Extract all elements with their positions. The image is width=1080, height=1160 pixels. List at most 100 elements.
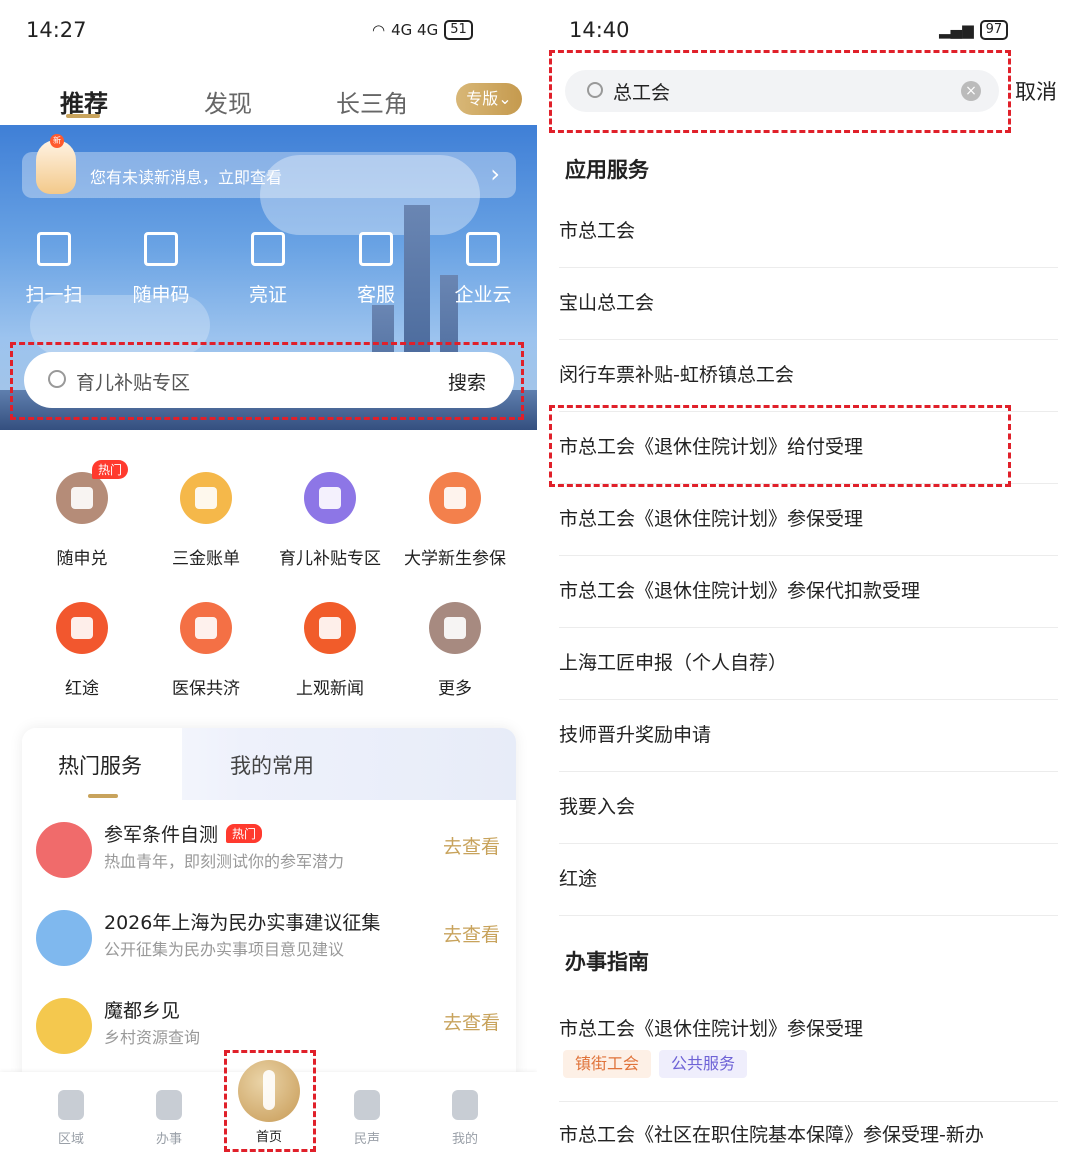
guide-title: 市总工会《退休住院计划》参保受理 (559, 1018, 864, 1040)
result-item[interactable]: 市总工会《退休住院计划》参保代扣款受理 (559, 556, 1058, 628)
service-more[interactable]: 更多 (393, 602, 517, 699)
search-icon (48, 370, 66, 388)
home-search-bar[interactable]: 育儿补贴专区 搜索 (24, 352, 514, 408)
clear-icon[interactable]: × (961, 81, 981, 101)
tab-region[interactable]: 区域 (41, 1090, 101, 1147)
left-screen: 14:27 ◠ 4G 4G 51 推荐 发现 长三角 专版⌄ 您有未读新消息，立… (0, 0, 537, 1160)
tab-affairs[interactable]: 办事 (139, 1090, 199, 1147)
cancel-button[interactable]: 取消 (1015, 76, 1057, 106)
service-row-suggestion-collection[interactable]: 2026年上海为民办实事建议征集 公开征集为民办实事项目意见建议 去查看 (22, 902, 516, 988)
tab-label: 民声 (353, 1132, 380, 1147)
tab-yangtze-delta[interactable]: 长三角 (336, 84, 408, 119)
service-subtitle: 热血青年，即刻测试你的参军潜力 (104, 852, 345, 871)
status-time: 14:40 (569, 18, 630, 42)
id-card-icon (251, 232, 285, 266)
tab-public-voice[interactable]: 民声 (337, 1090, 397, 1147)
result-item[interactable]: 上海工匠申报（个人自荐） (559, 628, 1058, 700)
status-icons: ▂▄▆ 97 (939, 20, 1009, 40)
quick-action-qr-code[interactable]: 随申码 (121, 232, 201, 307)
result-item[interactable]: 宝山总工会 (559, 268, 1058, 340)
red-star-icon (56, 602, 108, 654)
guide-item[interactable]: 市总工会《退休住院计划》参保受理 镇街工会 公共服务 (559, 1008, 1058, 1102)
service-childcare-subsidy[interactable]: 育儿补贴专区 (268, 472, 392, 569)
service-shanghai-news[interactable]: 上观新闻 (268, 602, 392, 699)
edition-switch-button[interactable]: 专版⌄ (456, 83, 522, 115)
service-label: 随申兑 (56, 549, 108, 569)
student-card-icon (429, 472, 481, 524)
service-voucher[interactable]: 随申兑 (20, 472, 144, 569)
view-button[interactable]: 去查看 (443, 920, 500, 947)
pearl-tower-icon (263, 1070, 275, 1110)
signal-icon: 4G 4G (391, 21, 439, 39)
tab-label: 首页 (255, 1130, 282, 1145)
view-button[interactable]: 去查看 (443, 1008, 500, 1035)
section-title-guides: 办事指南 (565, 950, 649, 974)
search-input[interactable]: 育儿补贴专区 (76, 368, 190, 395)
service-fund-bill[interactable]: 三金账单 (144, 472, 268, 569)
status-time: 14:27 (26, 18, 87, 42)
quick-action-customer-service[interactable]: 客服 (336, 232, 416, 307)
service-label: 大学新生参保 (404, 549, 506, 569)
region-icon (58, 1090, 84, 1120)
service-label: 三金账单 (172, 549, 240, 569)
tab-label: 办事 (155, 1132, 182, 1147)
result-item[interactable]: 闵行车票补贴-虹桥镇总工会 (559, 340, 1058, 412)
result-item[interactable]: 市总工会《退休住院计划》参保受理 (559, 484, 1058, 556)
service-medical-mutual[interactable]: 医保共济 (144, 602, 268, 699)
search-input[interactable]: 总工会 (613, 78, 670, 105)
service-subtitle: 乡村资源查询 (104, 1028, 201, 1047)
tab-my-frequent[interactable]: 我的常用 (230, 750, 314, 780)
quick-action-label: 随申码 (132, 284, 190, 306)
tab-discover[interactable]: 发现 (204, 84, 252, 119)
service-title: 魔都乡见 (104, 1000, 181, 1022)
quick-action-scan[interactable]: 扫一扫 (14, 232, 94, 307)
flower-icon (354, 1090, 380, 1120)
battery-icon: 51 (444, 20, 473, 40)
active-tab-underline (66, 114, 100, 118)
signal-icon: ▂▄▆ (939, 21, 974, 39)
mascot-icon (36, 140, 76, 194)
result-item[interactable]: 市总工会《退休住院计划》给付受理 (559, 412, 1058, 484)
search-button[interactable]: 搜索 (448, 368, 486, 395)
service-label: 红途 (65, 679, 99, 699)
family-home-icon (180, 602, 232, 654)
tab-mine[interactable]: 我的 (435, 1090, 495, 1147)
wifi-icon: ◠ (372, 21, 386, 39)
person-icon (452, 1090, 478, 1120)
camera-aperture-icon (304, 602, 356, 654)
view-button[interactable]: 去查看 (443, 832, 500, 859)
guide-item[interactable]: 市总工会《社区在职住院基本保障》参保受理-新办 (559, 1120, 984, 1147)
quick-action-label: 企业云 (454, 284, 512, 306)
building-icon (466, 232, 500, 266)
service-label: 医保共济 (172, 679, 240, 699)
service-title: 2026年上海为民办实事建议征集 (104, 912, 381, 934)
active-tab-underline (88, 794, 118, 798)
result-item[interactable]: 红途 (559, 844, 1058, 916)
hot-badge: 热门 (226, 824, 263, 843)
tab-hot-services[interactable]: 热门服务 (22, 728, 182, 800)
guide-tag: 公共服务 (659, 1050, 748, 1078)
search-bar[interactable]: 总工会 × (565, 70, 999, 112)
unread-message-bar[interactable]: 您有未读新消息，立即查看 › (22, 152, 516, 198)
service-title: 参军条件自测 热门 (104, 820, 263, 847)
tab-label: 区域 (57, 1132, 84, 1147)
service-row-military-test[interactable]: 参军条件自测 热门 热血青年，即刻测试你的参军潜力 去查看 (22, 814, 516, 900)
search-icon (587, 82, 603, 98)
service-student-insurance[interactable]: 大学新生参保 (393, 472, 517, 569)
tab-home[interactable] (238, 1060, 300, 1122)
status-icons: ◠ 4G 4G 51 (372, 20, 473, 40)
quick-action-label: 亮证 (248, 284, 287, 306)
document-icon (36, 910, 92, 966)
village-house-icon (36, 998, 92, 1054)
service-label: 更多 (438, 679, 472, 699)
quick-action-label: 客服 (356, 284, 395, 306)
quick-action-id-card[interactable]: 亮证 (228, 232, 308, 307)
scan-icon (37, 232, 71, 266)
quick-action-enterprise-cloud[interactable]: 企业云 (443, 232, 523, 307)
result-item[interactable]: 市总工会 (559, 196, 1058, 268)
service-red-route[interactable]: 红途 (20, 602, 144, 699)
section-title-apps: 应用服务 (565, 158, 649, 182)
result-item[interactable]: 技师晋升奖励申请 (559, 700, 1058, 772)
result-item[interactable]: 我要入会 (559, 772, 1058, 844)
service-subtitle: 公开征集为民办实事项目意见建议 (104, 940, 345, 959)
